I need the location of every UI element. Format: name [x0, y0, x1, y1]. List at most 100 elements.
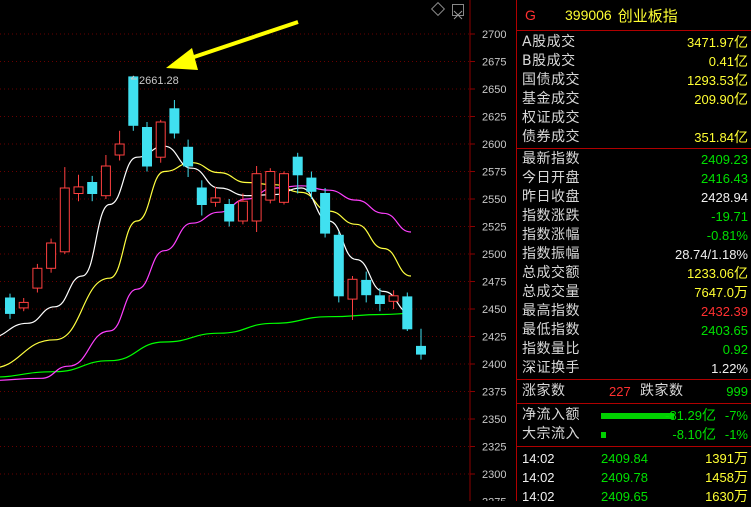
turnover-value: 209.90亿: [694, 92, 748, 108]
close-window-icon[interactable]: [452, 4, 464, 20]
breadth-section: 涨家数 227 跌家数 999: [517, 380, 751, 404]
index-stat-row: 最新指数 2409.23: [517, 150, 751, 169]
candle[interactable]: [32, 263, 43, 293]
candle[interactable]: [46, 238, 57, 273]
unit-label: 亿: [734, 92, 748, 108]
candle-body: [5, 297, 15, 314]
down-count-label: 跌家数: [640, 383, 684, 399]
index-stat-label: 昨日收盘: [522, 189, 580, 205]
close-glyph: [453, 10, 463, 20]
index-stat-value: -19.71: [711, 209, 748, 224]
tick-time: 14:02: [522, 451, 555, 466]
index-stat-label: 最高指数: [522, 303, 580, 319]
candle[interactable]: [265, 168, 276, 204]
index-stat-value: 7647.0万: [694, 285, 748, 301]
candle[interactable]: [224, 199, 235, 227]
unit-label: 亿: [734, 54, 748, 70]
index-stat-value: 1.22%: [711, 361, 748, 376]
price-tick-label: 2625: [482, 112, 506, 124]
moving-averages: [0, 145, 412, 381]
turnover-value: 3471.97亿: [687, 35, 748, 51]
turnover-section: A股成交 3471.97亿 B股成交 0.41亿 国债成交 1293.53亿 基金成交 209…: [517, 31, 751, 149]
price-tick-label: 2300: [482, 469, 506, 481]
candle[interactable]: [237, 193, 248, 225]
candle[interactable]: [402, 292, 413, 332]
candle[interactable]: [87, 175, 98, 202]
index-stat-row: 今日开盘 2416.43: [517, 169, 751, 188]
unit-label: 亿: [702, 408, 716, 424]
flow-label: 大宗流入: [522, 426, 580, 442]
candle-body: [237, 200, 248, 222]
candle[interactable]: [416, 328, 426, 360]
candle[interactable]: [100, 155, 111, 199]
kline-chart[interactable]: 2700 2675 2650 2625 2600 2575 2550 2525 2500 2475…: [0, 0, 515, 501]
flow-label: 净流入额: [522, 407, 580, 423]
index-code[interactable]: 399006: [565, 7, 612, 23]
index-stat-row: 指数振幅 28.74/1.18%: [517, 245, 751, 264]
price-tick-label: 2525: [482, 222, 506, 234]
turnover-label: 债券成交: [522, 129, 580, 145]
candle[interactable]: [128, 75, 139, 131]
index-stat-label: 指数量比: [522, 341, 580, 357]
turnover-row: 权证成交: [517, 109, 751, 128]
index-stats-section: 最新指数 2409.23 今日开盘 2416.43 昨日收盘 2428.94 指数涨跌 -19…: [517, 149, 751, 380]
unit-label: 亿: [734, 266, 748, 282]
flow-bar: [601, 432, 606, 438]
candle[interactable]: [251, 166, 262, 232]
candle[interactable]: [114, 130, 125, 161]
tick-row: 14:02 2409.78 1458万: [517, 468, 751, 487]
candle[interactable]: [279, 171, 289, 205]
candle-body: [265, 171, 276, 201]
candle-body: [388, 295, 399, 302]
candle[interactable]: [333, 232, 344, 303]
candlesticks[interactable]: [5, 75, 426, 360]
candle[interactable]: [155, 119, 166, 163]
candle[interactable]: [142, 122, 152, 172]
candle[interactable]: [5, 293, 15, 319]
candle-body: [73, 186, 84, 194]
price-tick-label: 2700: [482, 29, 506, 41]
flow-pct: -1%: [724, 427, 748, 442]
candle-body: [59, 187, 70, 253]
price-tick-label: 2350: [482, 414, 506, 426]
tick-section: 14:02 2409.84 1391万 14:02 2409.78 1458万 14:02 2…: [517, 447, 751, 506]
index-stat-value: 1233.06亿: [687, 266, 748, 282]
index-stat-label: 总成交额: [522, 265, 580, 281]
turnover-label: 国债成交: [522, 72, 580, 88]
flow-section: 净流入额 -81.29亿 -7% 大宗流入 -8.10亿 -1%: [517, 404, 751, 447]
index-stat-value: 2403.65: [701, 323, 748, 338]
market-flag: G: [525, 7, 536, 23]
index-stat-label: 最新指数: [522, 151, 580, 167]
turnover-label: A股成交: [522, 34, 576, 50]
candle[interactable]: [210, 186, 221, 207]
index-stat-label: 最低指数: [522, 322, 580, 338]
tick-time: 14:02: [522, 489, 555, 504]
tick-row: 14:02 2409.65 1630万: [517, 487, 751, 506]
unit-label: 亿: [734, 73, 748, 89]
candle-body: [87, 182, 98, 194]
candle-body: [32, 267, 43, 289]
index-name[interactable]: 创业板指: [618, 5, 678, 26]
candle[interactable]: [361, 271, 372, 303]
tick-price: 2409.84: [601, 451, 648, 466]
turnover-row: 基金成交 209.90亿: [517, 90, 751, 109]
candle-body: [114, 143, 125, 156]
candle-body: [169, 108, 180, 134]
candle[interactable]: [73, 174, 84, 202]
index-stat-row: 指数涨跌 -19.71: [517, 207, 751, 226]
candle-body: [210, 197, 221, 203]
candle-body: [279, 173, 289, 203]
turnover-value: 0.41亿: [708, 54, 748, 70]
flow-value: -81.29亿: [665, 408, 716, 424]
candle-body: [142, 127, 152, 167]
arrow-shaft: [184, 20, 299, 62]
candle[interactable]: [169, 100, 180, 139]
candle[interactable]: [59, 167, 70, 254]
candle[interactable]: [347, 276, 358, 320]
price-tick-label: 2325: [482, 442, 506, 454]
turnover-value: 351.84亿: [694, 130, 748, 146]
index-stat-value: 2428.94: [701, 190, 748, 205]
candle[interactable]: [292, 152, 303, 194]
candle[interactable]: [196, 180, 207, 216]
candle[interactable]: [320, 188, 331, 238]
